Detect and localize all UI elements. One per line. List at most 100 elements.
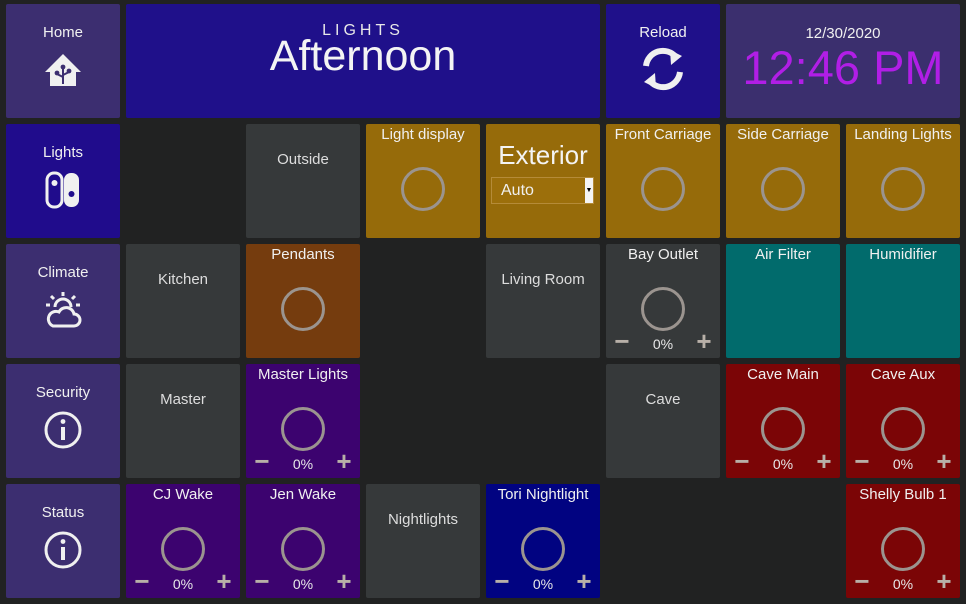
- decrease-button[interactable]: −: [852, 448, 872, 474]
- bay-outlet-dimmer[interactable]: Bay Outlet − 0% +: [606, 244, 720, 358]
- power-ring-icon: [881, 167, 925, 211]
- group-nightlights[interactable]: Nightlights: [366, 484, 480, 598]
- group-label: Living Room: [501, 271, 585, 288]
- device-label: Front Carriage: [614, 126, 712, 143]
- decrease-button[interactable]: −: [852, 568, 872, 594]
- nav-status-label: Status: [41, 504, 85, 521]
- nav-security[interactable]: Security: [6, 364, 120, 478]
- clock-time: 12:46 PM: [742, 41, 944, 94]
- brightness-value: 0%: [292, 576, 314, 592]
- humidifier-toggle[interactable]: Humidifier: [846, 244, 960, 358]
- home-assistant-icon: [45, 54, 81, 86]
- power-ring-icon: [161, 527, 205, 571]
- exterior-select-tile: Exterior Auto ▼: [486, 124, 600, 238]
- group-label: Nightlights: [387, 511, 459, 528]
- increase-button[interactable]: +: [574, 568, 594, 594]
- nav-lights[interactable]: Lights: [6, 124, 120, 238]
- side-carriage-toggle[interactable]: Side Carriage: [726, 124, 840, 238]
- group-master[interactable]: Master: [126, 364, 240, 478]
- landing-lights-toggle[interactable]: Landing Lights: [846, 124, 960, 238]
- dropdown-arrow-icon: ▼: [585, 178, 593, 203]
- group-living-room[interactable]: Living Room: [486, 244, 600, 358]
- shelly-bulb-dimmer[interactable]: Shelly Bulb 1 − 0% +: [846, 484, 960, 598]
- decrease-button[interactable]: −: [252, 448, 272, 474]
- front-carriage-toggle[interactable]: Front Carriage: [606, 124, 720, 238]
- cj-wake-dimmer[interactable]: CJ Wake − 0% +: [126, 484, 240, 598]
- group-label: Cave: [645, 391, 681, 408]
- power-ring-icon: [521, 527, 565, 571]
- power-ring-icon: [281, 527, 325, 571]
- scene-name: Afternoon: [269, 32, 457, 80]
- power-ring-icon: [641, 287, 685, 331]
- brightness-value: 0%: [892, 576, 914, 592]
- nav-home[interactable]: Home: [6, 4, 120, 118]
- power-ring-icon: [881, 407, 925, 451]
- group-kitchen[interactable]: Kitchen: [126, 244, 240, 358]
- power-ring-icon: [761, 167, 805, 211]
- nav-lights-label: Lights: [42, 144, 84, 161]
- switch-console-icon: [45, 171, 79, 209]
- device-label: Landing Lights: [854, 126, 952, 143]
- decrease-button[interactable]: −: [492, 568, 512, 594]
- increase-button[interactable]: +: [214, 568, 234, 594]
- device-label: Cave Main: [747, 366, 819, 383]
- info-icon: [44, 411, 82, 449]
- increase-button[interactable]: +: [814, 448, 834, 474]
- cave-main-dimmer[interactable]: Cave Main − 0% +: [726, 364, 840, 478]
- group-label: Outside: [277, 151, 329, 168]
- power-ring-icon: [641, 167, 685, 211]
- clock-widget: 12/30/2020 12:46 PM: [726, 4, 960, 118]
- brightness-value: 0%: [652, 336, 674, 352]
- info-icon: [44, 531, 82, 569]
- group-cave[interactable]: Cave: [606, 364, 720, 478]
- increase-button[interactable]: +: [334, 448, 354, 474]
- decrease-button[interactable]: −: [132, 568, 152, 594]
- group-outside[interactable]: Outside: [246, 124, 360, 238]
- tori-nightlight-dimmer[interactable]: Tori Nightlight − 0% +: [486, 484, 600, 598]
- decrease-button[interactable]: −: [612, 328, 632, 354]
- device-label: Jen Wake: [269, 486, 337, 503]
- brightness-value: 0%: [292, 456, 314, 472]
- reload-label: Reload: [639, 24, 687, 41]
- cave-aux-dimmer[interactable]: Cave Aux − 0% +: [846, 364, 960, 478]
- weather-partly-cloudy-icon: [46, 292, 82, 328]
- nav-home-label: Home: [42, 24, 83, 41]
- refresh-icon: [643, 47, 683, 91]
- exterior-mode-value: Auto: [501, 182, 534, 199]
- nav-climate-label: Climate: [37, 264, 89, 281]
- device-label: Shelly Bulb 1: [859, 486, 947, 503]
- jen-wake-dimmer[interactable]: Jen Wake − 0% +: [246, 484, 360, 598]
- decrease-button[interactable]: −: [252, 568, 272, 594]
- nav-climate[interactable]: Climate: [6, 244, 120, 358]
- brightness-value: 0%: [532, 576, 554, 592]
- nav-security-label: Security: [35, 384, 91, 401]
- reload-button[interactable]: Reload: [606, 4, 720, 118]
- air-filter-toggle[interactable]: Air Filter: [726, 244, 840, 358]
- decrease-button[interactable]: −: [732, 448, 752, 474]
- device-label: Pendants: [271, 246, 335, 263]
- page-header: LIGHTS Afternoon: [126, 4, 600, 118]
- group-label: Kitchen: [157, 271, 209, 288]
- brightness-value: 0%: [892, 456, 914, 472]
- device-label: Tori Nightlight: [497, 486, 589, 503]
- power-ring-icon: [281, 287, 325, 331]
- nav-status[interactable]: Status: [6, 484, 120, 598]
- group-label: Master: [160, 391, 206, 408]
- power-ring-icon: [761, 407, 805, 451]
- master-lights-dimmer[interactable]: Master Lights − 0% +: [246, 364, 360, 478]
- power-ring-icon: [401, 167, 445, 211]
- exterior-mode-select[interactable]: Auto ▼: [491, 177, 594, 204]
- brightness-value: 0%: [772, 456, 794, 472]
- device-label: Humidifier: [869, 246, 937, 263]
- increase-button[interactable]: +: [934, 568, 954, 594]
- device-label: Bay Outlet: [627, 246, 699, 263]
- pendants-toggle[interactable]: Pendants: [246, 244, 360, 358]
- exterior-title: Exterior: [498, 140, 588, 170]
- increase-button[interactable]: +: [694, 328, 714, 354]
- increase-button[interactable]: +: [334, 568, 354, 594]
- device-label: Side Carriage: [737, 126, 829, 143]
- increase-button[interactable]: +: [934, 448, 954, 474]
- power-ring-icon: [881, 527, 925, 571]
- device-label: Light display: [381, 126, 465, 143]
- light-display-toggle[interactable]: Light display: [366, 124, 480, 238]
